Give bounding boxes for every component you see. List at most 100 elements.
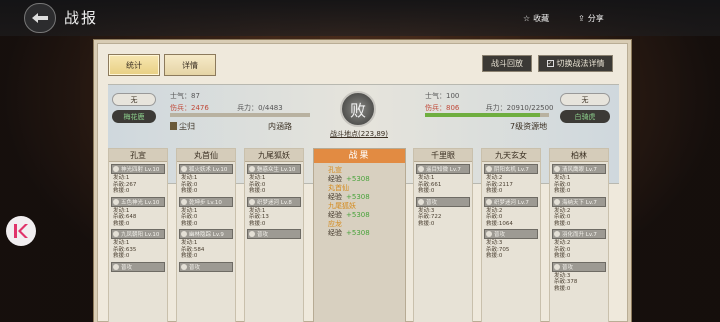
- skill-stat: 救援:0: [113, 188, 130, 194]
- skill-row[interactable]: 狐火妖术 Lv.10: [179, 164, 233, 174]
- skill-row[interactable]: 普攻: [111, 261, 165, 272]
- skill-icon: [113, 263, 119, 270]
- skill-stat: 救援:0: [249, 220, 266, 227]
- result-exp-gain: +5308: [346, 229, 370, 237]
- skill-row[interactable]: 普攻: [247, 229, 301, 239]
- skill-row[interactable]: 乾坤步 Lv.10: [179, 196, 233, 207]
- skill-label: 普攻: [562, 264, 574, 271]
- left-army-summary: 士气：87 伤兵：2476 兵力：0/4483: [170, 91, 350, 113]
- skill-stat: 救援:1064: [486, 220, 513, 227]
- tab-stats-label: 统计: [126, 60, 142, 70]
- skill-row[interactable]: 幽林隐踪 Lv.9: [179, 229, 233, 239]
- skill-row[interactable]: 普攻: [552, 261, 606, 272]
- skill-icon: [181, 263, 187, 270]
- skill-row[interactable]: 羽化而升 Lv.7: [552, 229, 606, 239]
- skill-stat: 救援:0: [418, 188, 435, 194]
- defeat-icon: 败: [340, 91, 376, 127]
- skill-stat: 救援:0: [181, 188, 198, 194]
- left-troops-label: 兵力：: [237, 104, 259, 112]
- left-troops-value: 0/4483: [258, 104, 283, 112]
- tab-stats[interactable]: 统计: [108, 54, 160, 76]
- skill-row[interactable]: 织梦迷河 Lv.7: [484, 196, 538, 207]
- page-title: 战报: [64, 9, 99, 27]
- left-player-name: 尘归: [179, 122, 195, 131]
- result-exp-label: 经验: [328, 175, 342, 183]
- result-exp-gain: +5308: [346, 193, 370, 201]
- skill-row[interactable]: 五色神光 Lv.10: [111, 196, 165, 207]
- star-icon: ☆: [523, 14, 531, 23]
- hero-name: 九天玄女: [482, 149, 540, 162]
- result-exp-gain: +5308: [346, 211, 370, 219]
- tab-details[interactable]: 详情: [164, 54, 216, 76]
- skill-row[interactable]: 清风鹰眼 Lv.7: [552, 164, 606, 174]
- skill-stat: 救援:0: [249, 188, 266, 194]
- back-icon: [32, 13, 48, 23]
- skill-stat: 救援:0: [486, 188, 503, 194]
- result-hero-name: 应龙: [328, 220, 342, 228]
- tab-details-label: 详情: [182, 60, 198, 70]
- top-bar: 战报 ☆ 收藏 ⇪ 分享: [0, 0, 720, 36]
- skill-label: 织梦迷河 Lv.7: [494, 199, 529, 206]
- hero-name: 九尾狐妖: [245, 149, 303, 162]
- skill-icon: [486, 166, 492, 172]
- skill-row[interactable]: 遥目知微 Lv.7: [416, 164, 470, 174]
- hero-columns: 孔宣 神光四射 Lv.10 发动:1 杀敌:267 救援:0 五色神光 Lv.10 发动:1…: [108, 148, 619, 322]
- skill-row[interactable]: 普攻: [484, 229, 538, 239]
- favorite-label: 收藏: [533, 14, 550, 23]
- result-exp-gain: +5308: [346, 175, 370, 183]
- defeat-label: 败: [349, 101, 366, 120]
- right-morale-label: 士气：: [425, 92, 446, 100]
- right-morale: 士气：100: [425, 91, 565, 101]
- skill-row[interactable]: 神光四射 Lv.10: [111, 164, 165, 174]
- hero-name: 孔宣: [109, 149, 167, 162]
- skill-label: 幽林隐踪 Lv.9: [189, 232, 224, 238]
- right-troops-label: 兵力：: [485, 104, 507, 112]
- skill-row[interactable]: 魅惑众生 Lv.10: [247, 164, 301, 174]
- skill-label: 乾坤步 Lv.10: [189, 199, 222, 206]
- result-entries: 孔宣 经验 +5308 丸首仙 经验 +5308 九尾狐妖 经验 +5308 应龙 经验 +5308: [314, 163, 405, 238]
- k-logo-icon: [14, 224, 28, 238]
- share-button[interactable]: ⇪ 分享: [578, 13, 604, 24]
- battle-location-link[interactable]: 战斗地点(223,89): [327, 129, 391, 139]
- skill-icon: [181, 166, 187, 172]
- banner-icon: [170, 122, 177, 130]
- skill-icon: [249, 166, 255, 172]
- skill-icon: [486, 198, 492, 205]
- skill-icon: [554, 166, 560, 172]
- skill-label: 狐火妖术 Lv.10: [189, 167, 228, 173]
- result-exp-label: 经验: [328, 229, 342, 237]
- skill-row[interactable]: 普攻: [179, 261, 233, 272]
- battle-replay-button[interactable]: 战斗回放: [482, 55, 532, 72]
- skill-icon: [113, 198, 119, 205]
- right-troops-bar: [425, 113, 549, 117]
- skill-stat: 救援:0: [113, 253, 130, 259]
- favorite-button[interactable]: ☆ 收藏: [523, 13, 549, 24]
- right-army-summary: 士气：100 伤兵：806 兵力：20910/22500: [425, 91, 565, 113]
- battle-replay-label: 战斗回放: [491, 59, 523, 68]
- skill-stat: 救援:0: [554, 220, 571, 227]
- skill-icon: [113, 231, 119, 237]
- skill-label: 五色神光 Lv.10: [121, 199, 160, 206]
- skill-label: 遥目知微 Lv.7: [426, 167, 461, 173]
- skill-row[interactable]: 海纳天下 Lv.7: [552, 196, 606, 207]
- result-exp-row: 经验 +5308: [314, 175, 405, 184]
- skill-stat: 救援:0: [554, 188, 571, 194]
- back-button[interactable]: [24, 3, 56, 33]
- skill-stat: 救援:0: [554, 253, 571, 259]
- result-exp-row: 经验 +5308: [314, 193, 405, 202]
- skill-row[interactable]: 普攻: [416, 196, 470, 207]
- right-hurt-value: 806: [446, 104, 460, 112]
- floating-app-button[interactable]: [6, 216, 36, 246]
- skill-stat: 救援:0: [554, 285, 571, 292]
- skill-label: 普攻: [426, 199, 438, 206]
- skill-row[interactable]: 九凤朝阳 Lv.10: [111, 229, 165, 239]
- left-troops-bar: [170, 113, 310, 117]
- skill-label: 普攻: [257, 232, 269, 238]
- left-hurt-row: 伤兵：2476 兵力：0/4483: [170, 103, 350, 113]
- hero-column: 千里眼 遥目知微 Lv.7 发动:1 杀敌:661 救援:0 普攻 发动:3 杀敌:722 救援…: [413, 148, 473, 322]
- hero-column: 柏林 清风鹰眼 Lv.7 发动:1 杀敌:0 救援:0 海纳天下 Lv.7 发动:2 杀敌:0…: [549, 148, 609, 322]
- toggle-skill-detail-button[interactable]: ✓ 切换战法详情: [538, 55, 613, 72]
- skill-row[interactable]: 阴阳玄机 Lv.7: [484, 164, 538, 174]
- result-hero-name: 丸首仙: [328, 184, 349, 192]
- skill-row[interactable]: 织梦迷河 Lv.8: [247, 196, 301, 207]
